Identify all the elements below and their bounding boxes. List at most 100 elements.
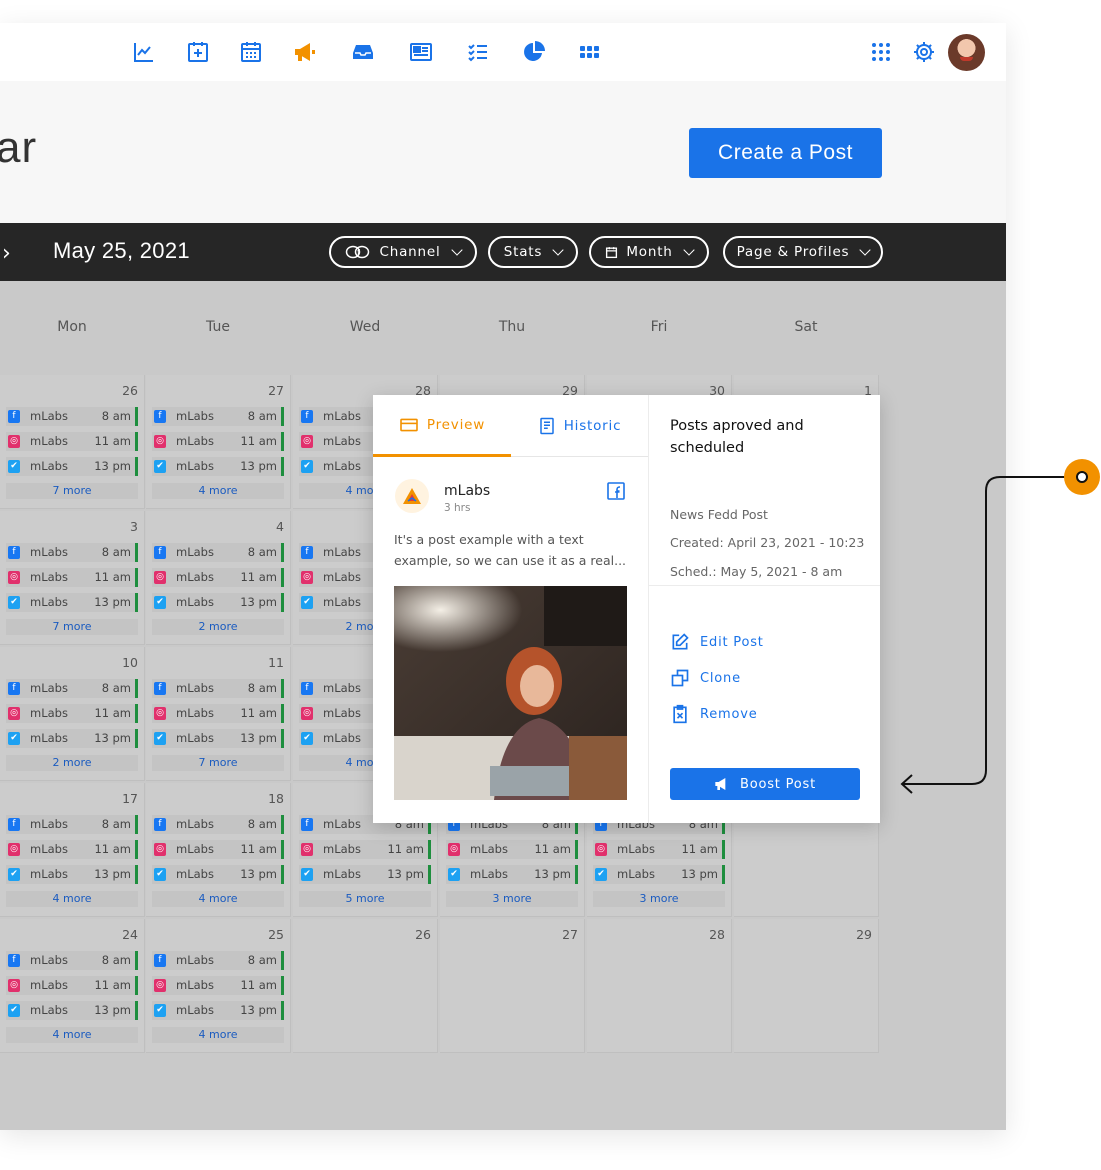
calendar-day-cell[interactable]: 24 f mLabs 8 am ◎ mLabs 11 am ✔ mLabs 13 pm 4 more	[0, 919, 145, 1053]
megaphone-icon[interactable]	[292, 39, 318, 65]
more-posts-link[interactable]: 4 more	[152, 483, 284, 499]
create-post-button[interactable]: Create a Post	[689, 128, 882, 178]
stats-filter[interactable]: Stats	[488, 236, 578, 268]
scheduled-post[interactable]: fmLabs 8 am	[6, 951, 138, 970]
scheduled-post[interactable]: ◎ mLabs 11 am	[152, 704, 284, 723]
calendar-plus-icon[interactable]	[185, 39, 211, 65]
scheduled-post[interactable]: ✔ mLabs 13 pm	[6, 1001, 138, 1020]
more-posts-link[interactable]: 4 more	[6, 1027, 138, 1043]
post-time: 11 am	[94, 434, 131, 448]
scheduled-post[interactable]: ✔ mLabs 13 pm	[6, 457, 138, 476]
clone-button[interactable]: Clone	[670, 667, 741, 689]
more-posts-link[interactable]: 5 more	[299, 891, 431, 907]
scheduled-post[interactable]: ◎ mLabs 11 am	[152, 568, 284, 587]
scheduled-post[interactable]: ✔ mLabs 13 pm	[299, 865, 431, 884]
scheduled-post[interactable]: ◎ mLabs 11 am	[446, 840, 578, 859]
twitter-icon: ✔	[154, 1004, 166, 1017]
calendar-day-cell[interactable]: 11 f mLabs 8 am ◎ mLabs 11 am ✔ mLabs 13 pm 7 more	[146, 647, 291, 781]
scheduled-post[interactable]: fmLabs 8 am	[152, 679, 284, 698]
channel-filter[interactable]: f Channel	[329, 236, 477, 268]
scheduled-post[interactable]: fmLabs 8 am	[6, 543, 138, 562]
calendar-day-cell[interactable]: 25 f mLabs 8 am ◎ mLabs 11 am ✔ mLabs 13 pm 4 more	[146, 919, 291, 1053]
post-profile-name: mLabs	[617, 867, 655, 881]
more-posts-link[interactable]: 7 more	[6, 619, 138, 635]
more-posts-link[interactable]: 4 more	[6, 891, 138, 907]
calendar-day-cell[interactable]: 4 f mLabs 8 am ◎ mLabs 11 am ✔ mLabs 13 pm 2 more	[146, 511, 291, 645]
scheduled-post[interactable]: ✔ mLabs 13 pm	[152, 1001, 284, 1020]
scheduled-post[interactable]: fmLabs 8 am	[6, 679, 138, 698]
post-time: 11 am	[240, 842, 277, 856]
remove-button[interactable]: Remove	[670, 703, 758, 725]
scheduled-post[interactable]: ✔ mLabs 13 pm	[6, 593, 138, 612]
user-avatar[interactable]	[948, 34, 985, 71]
calendar-day-cell[interactable]: 10 f mLabs 8 am ◎ mLabs 11 am ✔ mLabs 13 pm 2 more	[0, 647, 145, 781]
scheduled-post[interactable]: ◎ mLabs 11 am	[593, 840, 725, 859]
grid-icon[interactable]	[576, 39, 602, 65]
scheduled-post[interactable]: fmLabs 8 am	[6, 815, 138, 834]
calendar-day-cell[interactable]: 26 f mLabs 8 am ◎ mLabs 11 am ✔ mLabs 13 pm 7 more	[0, 375, 145, 509]
calendar-day-cell[interactable]: 27 f mLabs 8 am ◎ mLabs 11 am ✔ mLabs 13 pm 4 more	[146, 375, 291, 509]
scheduled-post[interactable]: ✔ mLabs 13 pm	[446, 865, 578, 884]
inbox-icon[interactable]	[350, 39, 376, 65]
calendar-icon[interactable]	[238, 39, 264, 65]
scheduled-post[interactable]: fmLabs 8 am	[152, 815, 284, 834]
scheduled-post[interactable]: ◎ mLabs 11 am	[152, 840, 284, 859]
scheduled-post[interactable]: ✔ mLabs 13 pm	[152, 865, 284, 884]
tab-preview[interactable]: Preview	[373, 395, 511, 457]
tab-historic[interactable]: Historic	[511, 395, 648, 457]
checklist-icon[interactable]	[465, 39, 491, 65]
calendar-day-cell[interactable]: 28	[587, 919, 732, 1053]
edit-post-button[interactable]: Edit Post	[670, 631, 764, 653]
scheduled-post[interactable]: ◎ mLabs 11 am	[6, 432, 138, 451]
next-arrow-icon[interactable]: ›	[2, 241, 11, 266]
scheduled-post[interactable]: ✔ mLabs 13 pm	[152, 593, 284, 612]
more-posts-link[interactable]: 3 more	[593, 891, 725, 907]
calendar-day-cell[interactable]: 26	[293, 919, 438, 1053]
scheduled-post[interactable]: ◎ mLabs 11 am	[6, 568, 138, 587]
more-posts-link[interactable]: 2 more	[152, 619, 284, 635]
more-posts-link[interactable]: 4 more	[152, 1027, 284, 1043]
scheduled-post[interactable]: ✔ mLabs 13 pm	[152, 729, 284, 748]
scheduled-post[interactable]: ✔ mLabs 13 pm	[6, 865, 138, 884]
gear-icon[interactable]	[911, 39, 937, 65]
calendar-day-cell[interactable]: 3 f mLabs 8 am ◎ mLabs 11 am ✔ mLabs 13 pm 7 more	[0, 511, 145, 645]
boost-post-button[interactable]: Boost Post	[670, 768, 860, 800]
month-filter[interactable]: Month	[589, 236, 709, 268]
more-posts-link[interactable]: 7 more	[152, 755, 284, 771]
scheduled-post[interactable]: ✔ mLabs 13 pm	[593, 865, 725, 884]
calendar-day-cell[interactable]: 27	[440, 919, 585, 1053]
twitter-icon: ✔	[154, 868, 166, 881]
clone-label: Clone	[700, 670, 741, 686]
scheduled-post[interactable]: ◎ mLabs 11 am	[152, 432, 284, 451]
scheduled-post[interactable]: ◎ mLabs 11 am	[6, 840, 138, 859]
post-time: 13 pm	[681, 867, 718, 881]
scheduled-post[interactable]: ◎ mLabs 11 am	[152, 976, 284, 995]
more-posts-link[interactable]: 7 more	[6, 483, 138, 499]
post-time: 13 pm	[240, 731, 277, 745]
scheduled-post[interactable]: fmLabs 8 am	[152, 543, 284, 562]
scheduled-post[interactable]: ✔ mLabs 13 pm	[152, 457, 284, 476]
newspaper-icon[interactable]	[408, 39, 434, 65]
scheduled-post[interactable]: fmLabs 8 am	[152, 407, 284, 426]
scheduled-post[interactable]: fmLabs 8 am	[152, 951, 284, 970]
calendar-day-cell[interactable]: 17 f mLabs 8 am ◎ mLabs 11 am ✔ mLabs 13 pm 4 more	[0, 783, 145, 917]
annotation-dot-center	[1076, 471, 1088, 483]
day-number: 29	[856, 927, 872, 942]
pie-chart-icon[interactable]	[521, 39, 547, 65]
more-posts-link[interactable]: 3 more	[446, 891, 578, 907]
day-number: 3	[130, 519, 138, 534]
more-posts-link[interactable]: 2 more	[6, 755, 138, 771]
facebook-icon: f	[301, 682, 313, 695]
scheduled-post[interactable]: fmLabs 8 am	[6, 407, 138, 426]
scheduled-post[interactable]: ◎ mLabs 11 am	[299, 840, 431, 859]
more-posts-link[interactable]: 4 more	[152, 891, 284, 907]
apps-icon[interactable]	[868, 39, 894, 65]
page-profiles-filter[interactable]: Page & Profiles	[723, 236, 883, 268]
calendar-day-cell[interactable]: 18 f mLabs 8 am ◎ mLabs 11 am ✔ mLabs 13 pm 4 more	[146, 783, 291, 917]
calendar-day-cell[interactable]: 29	[734, 919, 879, 1053]
scheduled-post[interactable]: ✔ mLabs 13 pm	[6, 729, 138, 748]
chart-line-icon[interactable]	[131, 39, 157, 65]
scheduled-post[interactable]: ◎ mLabs 11 am	[6, 704, 138, 723]
scheduled-post[interactable]: ◎ mLabs 11 am	[6, 976, 138, 995]
post-time: 8 am	[247, 681, 277, 695]
